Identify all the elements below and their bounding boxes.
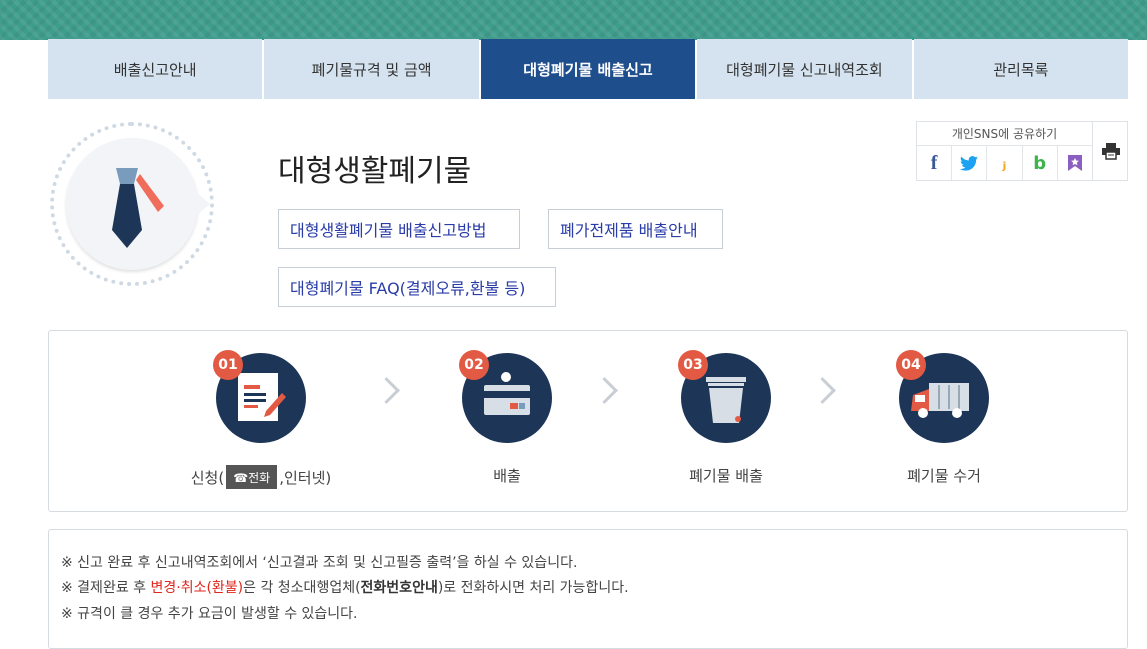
step-circle: 03 <box>678 350 771 443</box>
notice-text: 은 각 청소대행업체( <box>243 580 361 596</box>
appliance-disposal-link[interactable]: 폐가전제품 배출안내 <box>548 209 723 249</box>
step-circle: 04 <box>896 350 989 443</box>
necktie-icon <box>112 168 164 248</box>
step-number-badge: 02 <box>459 350 489 380</box>
phone-directory-link[interactable]: 전화번호안내 <box>361 580 438 596</box>
notice-text: ※ 결제완료 후 <box>61 580 151 596</box>
report-method-link[interactable]: 대형생활폐기물 배출신고방법 <box>278 209 520 249</box>
category-emblem <box>50 122 226 290</box>
sns-share-box: 개인SNS에 공유하기 f ⱼ b <box>916 121 1128 181</box>
kakaostory-icon[interactable]: ⱼ <box>987 146 1023 180</box>
printer-icon[interactable] <box>1092 122 1128 180</box>
twitter-icon[interactable] <box>952 146 988 180</box>
notice-box: ※ 신고 완료 후 신고내역조회에서 ‘신고결과 조회 및 신고필증 출력’을 … <box>48 529 1128 649</box>
step-number-badge: 04 <box>896 350 926 380</box>
step-circle: 02 <box>459 350 552 443</box>
refund-highlight: 변경·취소(환불) <box>150 580 244 596</box>
tab-bulky-waste-report[interactable]: 대형폐기물 배출신고 <box>480 39 696 99</box>
step-caption: 배출 <box>493 467 521 485</box>
tab-management-list[interactable]: 관리목록 <box>913 39 1129 99</box>
step-disposal: 03 폐기물 배출 <box>636 350 816 486</box>
caption-prefix: 신청( <box>190 468 225 487</box>
notice-line-2: ※ 결제완료 후 변경·취소(환불)은 각 청소대행업체(전화번호안내)로 전화… <box>61 577 629 597</box>
faq-link[interactable]: 대형폐기물 FAQ(결제오류,환불 등) <box>278 267 556 307</box>
chevron-right-icon <box>373 377 400 404</box>
step-number-badge: 03 <box>678 350 708 380</box>
phone-info-button[interactable]: ☎전화 <box>226 465 278 489</box>
share-icon-row: f ⱼ b <box>917 146 1092 180</box>
notice-line-3: ※ 규격이 클 경우 추가 요금이 발생할 수 있습니다. <box>61 606 358 622</box>
step-circle: 01 <box>213 350 306 443</box>
caption-suffix: ,인터넷) <box>279 468 332 487</box>
bookmark-icon[interactable] <box>1058 146 1092 180</box>
step-caption: 폐기물 수거 <box>907 467 981 485</box>
tab-report-history[interactable]: 대형폐기물 신고내역조회 <box>697 39 912 99</box>
main-tab-bar: 배출신고안내 폐기물규격 및 금액 대형폐기물 배출신고 대형폐기물 신고내역조… <box>48 39 1129 99</box>
notice-line-1: ※ 신고 완료 후 신고내역조회에서 ‘신고결과 조회 및 신고필증 출력’을 … <box>61 555 578 571</box>
band-icon[interactable]: b <box>1023 146 1058 180</box>
top-banner <box>0 0 1147 40</box>
emblem-pointer <box>196 192 210 216</box>
process-steps: 01 신청( ☎전화 ,인터넷) 02 배출 03 폐기물 배출 04 폐기물 … <box>48 330 1128 512</box>
step-payment: 02 배출 <box>417 350 597 486</box>
share-label: 개인SNS에 공유하기 <box>917 122 1092 146</box>
facebook-icon[interactable]: f <box>917 146 953 180</box>
page-title: 대형생활폐기물 <box>278 154 472 189</box>
tab-waste-size-fee[interactable]: 폐기물규격 및 금액 <box>264 39 479 99</box>
step-caption: 신청( ☎전화 ,인터넷) <box>171 465 351 489</box>
step-caption: 폐기물 배출 <box>689 467 763 485</box>
notice-text: )로 전화하시면 처리 가능합니다. <box>437 580 629 596</box>
tab-disposal-guide[interactable]: 배출신고안내 <box>48 39 263 99</box>
step-application: 01 신청( ☎전화 ,인터넷) <box>171 350 351 489</box>
step-number-badge: 01 <box>213 350 243 380</box>
step-collection: 04 폐기물 수거 <box>854 350 1034 486</box>
